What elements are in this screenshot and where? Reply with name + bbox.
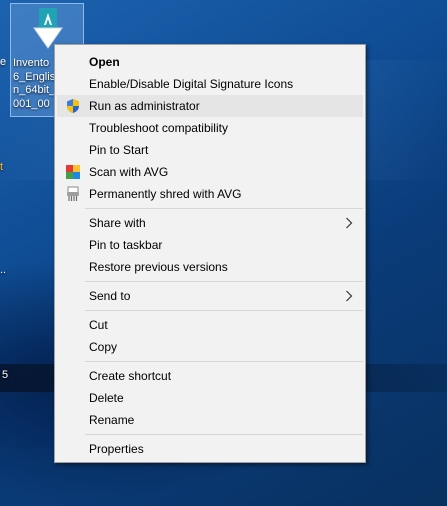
menu-item-run-as-administrator[interactable]: Run as administrator [57, 95, 363, 117]
menu-item-create-shortcut[interactable]: Create shortcut [57, 365, 363, 387]
menu-separator [85, 361, 363, 362]
menu-item-label: Pin to taskbar [89, 238, 163, 252]
menu-item-label: Restore previous versions [89, 260, 228, 274]
menu-item-label: Share with [89, 216, 146, 230]
desktop-icon-label-fragment[interactable]: .. [0, 264, 6, 277]
menu-separator [85, 281, 363, 282]
desktop-icon-label-fragment[interactable]: e [0, 56, 6, 69]
menu-item-label: Open [89, 55, 120, 69]
uac-shield-icon [67, 99, 79, 113]
menu-item-copy[interactable]: Copy [57, 336, 363, 358]
menu-item-label: Enable/Disable Digital Signature Icons [89, 77, 294, 91]
menu-item-send-to[interactable]: Send to [57, 285, 363, 307]
menu-item-open[interactable]: Open [57, 51, 363, 73]
menu-item-label: Properties [89, 442, 144, 456]
avg-shredder-icon [67, 186, 79, 201]
menu-item-pin-to-taskbar[interactable]: Pin to taskbar [57, 234, 363, 256]
chevron-right-icon [346, 290, 353, 302]
menu-item-rename[interactable]: Rename [57, 409, 363, 431]
menu-item-enable-disable-digital-signature-icons[interactable]: Enable/Disable Digital Signature Icons [57, 73, 363, 95]
context-menu: Open Enable/Disable Digital Signature Ico… [54, 44, 366, 463]
avg-icon [66, 165, 80, 179]
desktop-icon-label-fragment[interactable]: 5 [2, 369, 8, 382]
menu-separator [85, 208, 363, 209]
menu-item-label: Run as administrator [89, 99, 200, 113]
menu-item-label: Create shortcut [89, 369, 172, 383]
menu-item-delete[interactable]: Delete [57, 387, 363, 409]
chevron-right-icon [346, 217, 353, 229]
menu-item-label: Cut [89, 318, 108, 332]
menu-item-label: Copy [89, 340, 118, 354]
menu-item-label: Troubleshoot compatibility [89, 121, 228, 135]
menu-item-label: Rename [89, 413, 135, 427]
menu-item-restore-previous-versions[interactable]: Restore previous versions [57, 256, 363, 278]
menu-item-share-with[interactable]: Share with [57, 212, 363, 234]
menu-separator [85, 310, 363, 311]
menu-item-permanently-shred-with-avg[interactable]: Permanently shred with AVG [57, 183, 363, 205]
menu-item-scan-with-avg[interactable]: Scan with AVG [57, 161, 363, 183]
menu-item-label: Delete [89, 391, 124, 405]
menu-item-cut[interactable]: Cut [57, 314, 363, 336]
menu-item-label: Send to [89, 289, 131, 303]
menu-item-label: Scan with AVG [89, 165, 169, 179]
menu-item-label: Permanently shred with AVG [89, 187, 242, 201]
menu-separator [85, 434, 363, 435]
desktop-icon-label-fragment[interactable]: t [0, 161, 3, 174]
menu-item-troubleshoot-compatibility[interactable]: Troubleshoot compatibility [57, 117, 363, 139]
menu-item-label: Pin to Start [89, 143, 149, 157]
menu-item-properties[interactable]: Properties [57, 438, 363, 460]
menu-item-pin-to-start[interactable]: Pin to Start [57, 139, 363, 161]
